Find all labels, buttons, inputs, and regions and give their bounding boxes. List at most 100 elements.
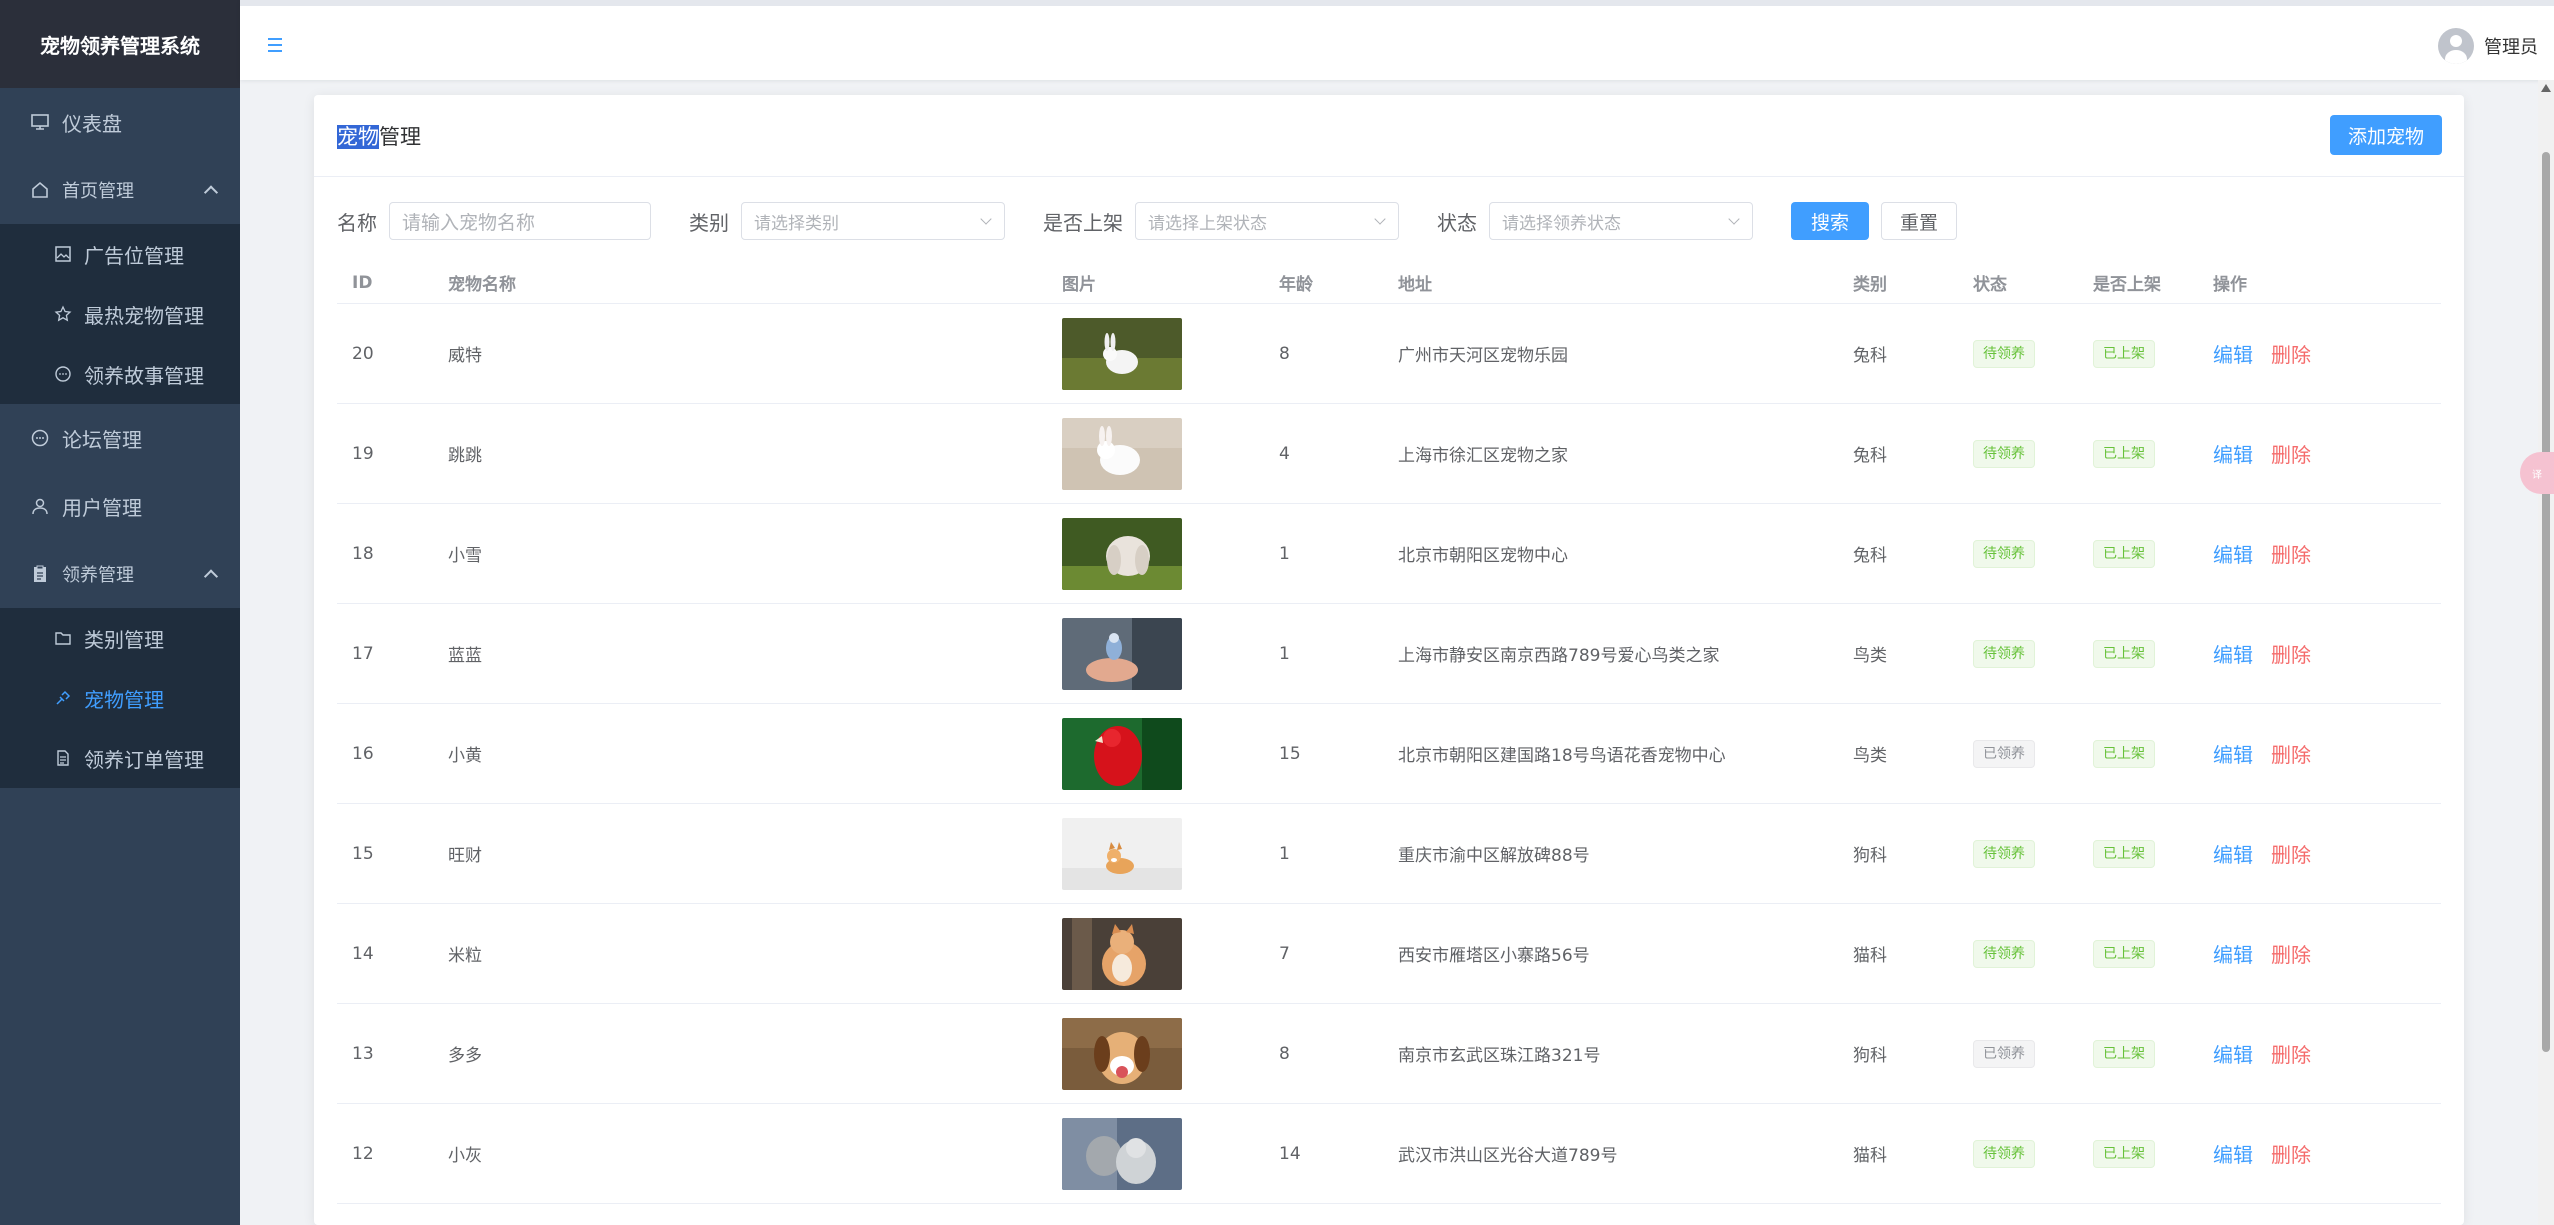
status-badge: 待领养 bbox=[1973, 1139, 2035, 1168]
pet-id: 18 bbox=[352, 543, 374, 564]
floating-helper-button[interactable]: 译 bbox=[2520, 452, 2554, 494]
chevron-down-icon bbox=[1374, 213, 1386, 225]
shelf-badge: 已上架 bbox=[2093, 839, 2155, 868]
pet-id: 15 bbox=[352, 843, 374, 864]
sidebar-item-label: 仪表盘 bbox=[62, 111, 122, 136]
page-scrollbar[interactable] bbox=[2538, 80, 2554, 1225]
scroll-up-arrow-icon[interactable] bbox=[2541, 84, 2551, 92]
pet-category: 鸟类 bbox=[1853, 646, 1887, 666]
edit-button[interactable]: 编辑 bbox=[2213, 743, 2253, 767]
shelf-badge: 已上架 bbox=[2093, 439, 2155, 468]
delete-button[interactable]: 删除 bbox=[2271, 843, 2311, 867]
pet-address: 武汉市洪山区光谷大道789号 bbox=[1398, 1146, 1618, 1166]
table-row: 17 蓝蓝 1 上海市静安区南京西路789号爱心鸟类之家 鸟类 待领养 已上架 编辑 删除 bbox=[337, 604, 2441, 704]
adoption-status-select[interactable]: 请选择领养状态 bbox=[1489, 202, 1753, 240]
search-button[interactable]: 搜索 bbox=[1791, 202, 1870, 240]
delete-button[interactable]: 删除 bbox=[2271, 743, 2311, 767]
user-icon bbox=[28, 494, 52, 518]
home-icon bbox=[28, 178, 52, 202]
column-header: 宠物名称 bbox=[448, 275, 516, 295]
delete-button[interactable]: 删除 bbox=[2271, 343, 2311, 367]
pet-age: 1 bbox=[1279, 643, 1290, 664]
chevron-down-icon bbox=[980, 213, 992, 225]
pet-address: 西安市雁塔区小寨路56号 bbox=[1398, 946, 1590, 966]
category-select[interactable]: 请选择类别 bbox=[741, 202, 1005, 240]
picture-icon bbox=[52, 243, 74, 265]
pet-name: 多多 bbox=[448, 1046, 482, 1066]
page-title: 宠物管理 bbox=[337, 121, 421, 151]
table-row-partial bbox=[337, 1204, 2441, 1225]
status-badge: 待领养 bbox=[1973, 839, 2035, 868]
edit-button[interactable]: 编辑 bbox=[2213, 1143, 2253, 1167]
translate-icon: 译 bbox=[2532, 469, 2542, 481]
delete-button[interactable]: 删除 bbox=[2271, 643, 2311, 667]
pet-age: 7 bbox=[1279, 943, 1290, 964]
filter-bar: 名称 请输入宠物名称 类别 请选择类别 是否上架 请选择上架状态 状态 请选择领… bbox=[337, 201, 1958, 241]
user-menu[interactable]: 管理员 bbox=[2438, 28, 2538, 64]
sidebar: 宠物领养管理系统 仪表盘 首页管理 广告位管理 最热宠物管理 领养故事管理 论坛… bbox=[0, 0, 240, 1225]
pet-name-input[interactable]: 请输入宠物名称 bbox=[389, 202, 651, 240]
shelf-badge: 已上架 bbox=[2093, 339, 2155, 368]
pet-age: 1 bbox=[1279, 843, 1290, 864]
pet-name: 小雪 bbox=[448, 546, 482, 566]
sidebar-item-ads[interactable]: 广告位管理 bbox=[0, 224, 240, 284]
status-badge: 已领养 bbox=[1973, 1039, 2035, 1068]
column-header: 操作 bbox=[2213, 275, 2247, 295]
pet-age: 8 bbox=[1279, 343, 1290, 364]
sidebar-item-label: 领养订单管理 bbox=[84, 747, 204, 772]
sidebar-item-orders[interactable]: 领养订单管理 bbox=[0, 728, 240, 788]
sidebar-item-dashboard[interactable]: 仪表盘 bbox=[0, 88, 240, 156]
pet-management-card: 宠物管理 添加宠物 名称 请输入宠物名称 类别 请选择类别 是否上架 请选择上架… bbox=[314, 95, 2464, 1225]
column-header: 年龄 bbox=[1279, 275, 1313, 295]
pet-category: 猫科 bbox=[1853, 946, 1887, 966]
pet-age: 1 bbox=[1279, 543, 1290, 564]
column-header: 图片 bbox=[1062, 275, 1096, 295]
edit-button[interactable]: 编辑 bbox=[2213, 1043, 2253, 1067]
sidebar-item-adoption[interactable]: 领养管理 bbox=[0, 540, 240, 608]
shelf-badge: 已上架 bbox=[2093, 539, 2155, 568]
pet-name: 蓝蓝 bbox=[448, 646, 482, 666]
scroll-thumb[interactable] bbox=[2542, 152, 2550, 1052]
sidebar-item-home[interactable]: 首页管理 bbox=[0, 156, 240, 224]
pet-address: 上海市徐汇区宠物之家 bbox=[1398, 446, 1568, 466]
shelf-status-select[interactable]: 请选择上架状态 bbox=[1135, 202, 1399, 240]
pet-address: 上海市静安区南京西路789号爱心鸟类之家 bbox=[1398, 646, 1720, 666]
shelf-select-placeholder: 请选择上架状态 bbox=[1148, 213, 1267, 234]
sidebar-item-stories[interactable]: 领养故事管理 bbox=[0, 344, 240, 404]
clipboard-icon bbox=[28, 562, 52, 586]
edit-button[interactable]: 编辑 bbox=[2213, 643, 2253, 667]
edit-button[interactable]: 编辑 bbox=[2213, 843, 2253, 867]
sidebar-item-label: 论坛管理 bbox=[62, 427, 142, 452]
delete-button[interactable]: 删除 bbox=[2271, 443, 2311, 467]
pet-table: ID 宠物名称 图片 年龄 地址 类别 状态 是否上架 操作 20 威特 8 广州市天… bbox=[337, 262, 2441, 1225]
status-badge: 已领养 bbox=[1973, 739, 2035, 768]
chevron-down-icon bbox=[1728, 213, 1740, 225]
table-row: 20 威特 8 广州市天河区宠物乐园 兔科 待领养 已上架 编辑 删除 bbox=[337, 304, 2441, 404]
pet-category: 兔科 bbox=[1853, 346, 1887, 366]
add-pet-button[interactable]: 添加宠物 bbox=[2329, 115, 2442, 155]
edit-button[interactable]: 编辑 bbox=[2213, 443, 2253, 467]
sidebar-item-pets[interactable]: 宠物管理 bbox=[0, 668, 240, 728]
status-badge: 待领养 bbox=[1973, 939, 2035, 968]
sidebar-item-hot-pets[interactable]: 最热宠物管理 bbox=[0, 284, 240, 344]
sidebar-item-forum[interactable]: 论坛管理 bbox=[0, 404, 240, 472]
edit-button[interactable]: 编辑 bbox=[2213, 943, 2253, 967]
hamburger-menu-icon[interactable] bbox=[268, 38, 282, 56]
column-header: 是否上架 bbox=[2093, 275, 2161, 295]
sidebar-item-users[interactable]: 用户管理 bbox=[0, 472, 240, 540]
reset-button[interactable]: 重置 bbox=[1881, 202, 1958, 240]
pet-photo bbox=[1062, 617, 1182, 690]
edit-button[interactable]: 编辑 bbox=[2213, 343, 2253, 367]
pet-address: 北京市朝阳区建国路18号鸟语花香宠物中心 bbox=[1398, 746, 1726, 766]
sidebar-item-categories[interactable]: 类别管理 bbox=[0, 608, 240, 668]
delete-button[interactable]: 删除 bbox=[2271, 543, 2311, 567]
delete-button[interactable]: 删除 bbox=[2271, 1043, 2311, 1067]
column-header: 地址 bbox=[1398, 275, 1432, 295]
delete-button[interactable]: 删除 bbox=[2271, 1143, 2311, 1167]
table-row: 12 小灰 14 武汉市洪山区光谷大道789号 猫科 待领养 已上架 编辑 删除 bbox=[337, 1104, 2441, 1204]
delete-button[interactable]: 删除 bbox=[2271, 943, 2311, 967]
pet-photo bbox=[1062, 1117, 1182, 1190]
pet-age: 4 bbox=[1279, 443, 1290, 464]
sidebar-item-label: 最热宠物管理 bbox=[84, 303, 204, 328]
edit-button[interactable]: 编辑 bbox=[2213, 543, 2253, 567]
